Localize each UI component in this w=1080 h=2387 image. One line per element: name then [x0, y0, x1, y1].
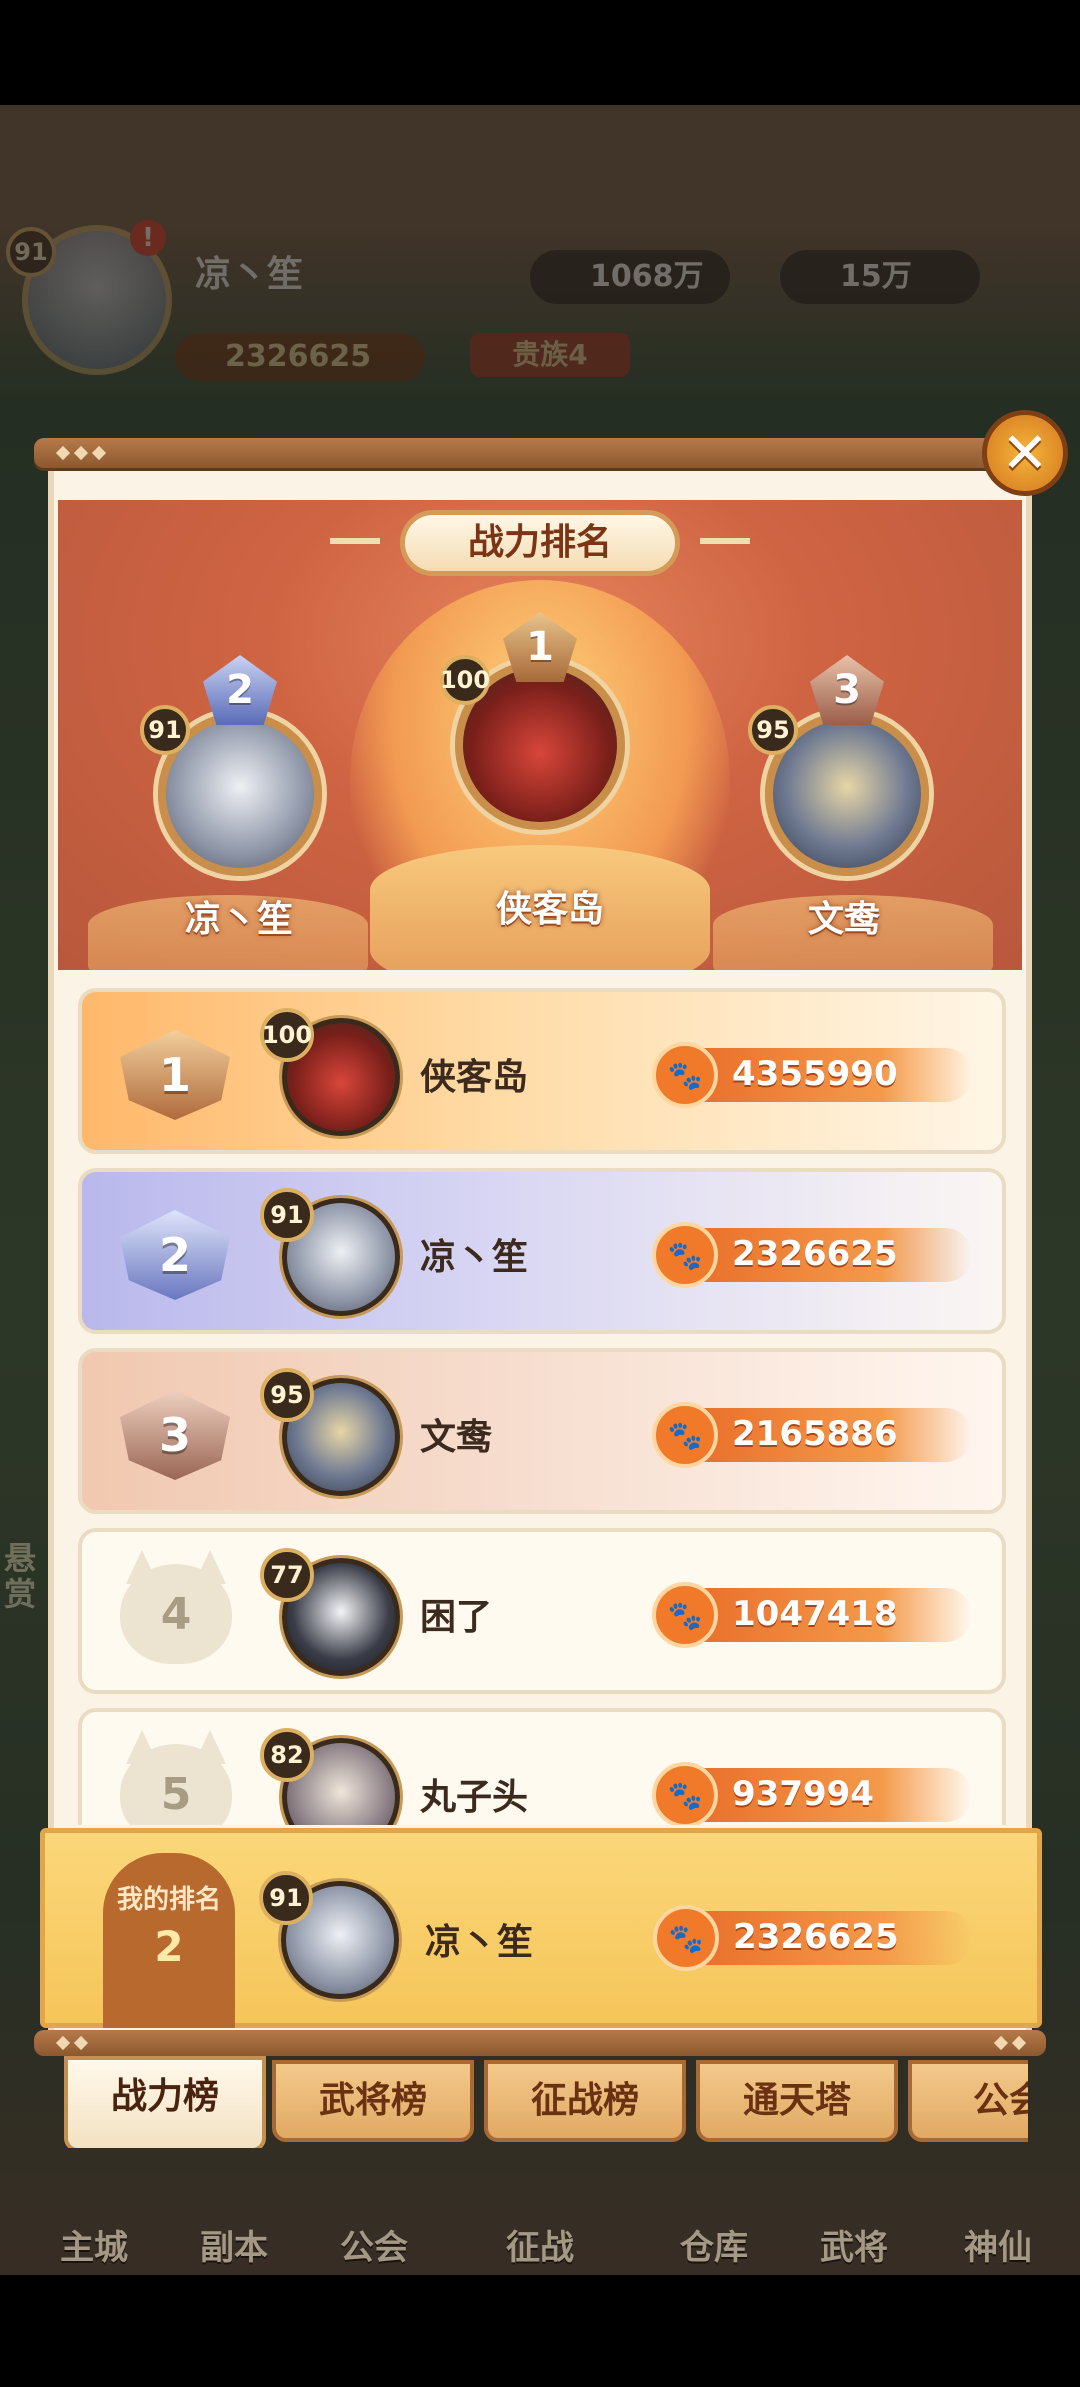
paw-icon: 🐾 — [652, 1762, 718, 1825]
level-badge: 100 — [260, 1008, 314, 1062]
power-value: 937994 — [732, 1774, 874, 1814]
podium-first-name: 侠客岛 — [496, 889, 605, 930]
rank-cat-badge: 4 — [120, 1564, 232, 1664]
tab-tower[interactable]: 通天塔 — [696, 2060, 898, 2142]
ranking-list[interactable]: 1 100 侠客岛 🐾 4355990 2 91 凉丶笙 🐾 2326625 3 9… — [58, 980, 1022, 1825]
my-ranking-bar: 我的排名 2 91 凉丶笙 🐾 2326625 — [40, 1828, 1042, 2028]
panel-top-rail — [34, 438, 1046, 468]
my-power-bar: 🐾 2326625 — [653, 1905, 973, 1971]
ranking-row[interactable]: 2 91 凉丶笙 🐾 2326625 — [78, 1168, 1006, 1334]
paw-icon: 🐾 — [652, 1582, 718, 1648]
level-badge: 95 — [260, 1368, 314, 1422]
rank-badge: 2 — [120, 1210, 230, 1300]
nav-main-city[interactable]: 主城 — [24, 2220, 164, 2269]
ranking-row[interactable]: 4 77 困了 🐾 1047418 — [78, 1528, 1006, 1694]
rank-badge: 3 — [120, 1390, 230, 1480]
nav-generals[interactable]: 武将 — [784, 2220, 924, 2269]
nav-immortals[interactable]: 神仙 — [928, 2220, 1068, 2269]
close-icon: ✕ — [1001, 420, 1049, 486]
power-bar: 🐾 2165886 — [652, 1402, 972, 1468]
nav-guild[interactable]: 公会 — [304, 2220, 444, 2269]
podium-third-name: 文鸯 — [808, 899, 881, 940]
my-rank-value: 2 — [154, 1922, 184, 1971]
paw-icon: 🐾 — [652, 1222, 718, 1288]
paw-icon: 🐾 — [652, 1042, 718, 1108]
rank-cat-badge: 5 — [120, 1744, 232, 1825]
my-power-value: 2326625 — [733, 1917, 899, 1957]
power-value: 2165886 — [732, 1414, 898, 1454]
power-bar: 🐾 1047418 — [652, 1582, 972, 1648]
power-bar: 🐾 4355990 — [652, 1042, 972, 1108]
bottom-navigation: 主城 副本 公会 征战 仓库 武将 神仙 — [0, 2150, 1080, 2275]
title-deco-left — [330, 538, 380, 544]
paw-icon: 🐾 — [652, 1402, 718, 1468]
ranking-row[interactable]: 1 100 侠客岛 🐾 4355990 — [78, 988, 1006, 1154]
system-navigation-bar — [0, 2275, 1080, 2387]
level-badge: 91 — [260, 1188, 314, 1242]
ranking-tabs: 战力榜 武将榜 征战榜 通天塔 公会 — [58, 2056, 1028, 2148]
tab-generals[interactable]: 武将榜 — [272, 2060, 474, 2142]
power-value: 4355990 — [732, 1054, 898, 1094]
player-name: 丸子头 — [420, 1777, 529, 1818]
ranking-row[interactable]: 5 82 丸子头 🐾 937994 — [78, 1708, 1006, 1825]
podium-second-name: 凉丶笙 — [185, 899, 294, 940]
player-name: 凉丶笙 — [420, 1237, 529, 1278]
player-name: 侠客岛 — [420, 1057, 529, 1098]
level-badge: 82 — [260, 1728, 314, 1782]
tab-campaign[interactable]: 征战榜 — [484, 2060, 686, 2142]
power-value: 1047418 — [732, 1594, 898, 1634]
my-rank-tag: 我的排名 2 — [103, 1853, 235, 2028]
nav-campaign[interactable]: 征战 — [470, 2220, 610, 2269]
rank-badge: 1 — [120, 1030, 230, 1120]
game-screen: 91 ! 凉丶笙 2326625 贵族4 1068万 15万 悬赏 ✕ 战力排名… — [0, 0, 1080, 2387]
my-rank-label: 我的排名 — [116, 1885, 221, 1915]
power-bar: 🐾 937994 — [652, 1762, 972, 1825]
tab-power[interactable]: 战力榜 — [64, 2056, 266, 2148]
ranking-row[interactable]: 3 95 文鸯 🐾 2165886 — [78, 1348, 1006, 1514]
podium-third-level: 95 — [748, 705, 798, 755]
panel-title: 战力排名 — [400, 510, 680, 576]
player-name: 文鸯 — [420, 1417, 493, 1458]
panel-bottom-rail — [34, 2030, 1046, 2056]
my-name: 凉丶笙 — [425, 1922, 534, 1963]
tab-guild[interactable]: 公会 — [908, 2060, 1028, 2142]
status-bar — [0, 0, 1080, 105]
player-name: 困了 — [420, 1597, 493, 1638]
podium-first-level: 100 — [440, 655, 490, 705]
paw-icon: 🐾 — [653, 1905, 719, 1971]
podium-second-level: 91 — [140, 705, 190, 755]
power-bar: 🐾 2326625 — [652, 1222, 972, 1288]
nav-warehouse[interactable]: 仓库 — [644, 2220, 784, 2269]
close-button[interactable]: ✕ — [982, 410, 1068, 496]
power-value: 2326625 — [732, 1234, 898, 1274]
title-deco-right — [700, 538, 750, 544]
level-badge: 77 — [260, 1548, 314, 1602]
nav-dungeon[interactable]: 副本 — [164, 2220, 304, 2269]
my-level-badge: 91 — [259, 1871, 313, 1925]
